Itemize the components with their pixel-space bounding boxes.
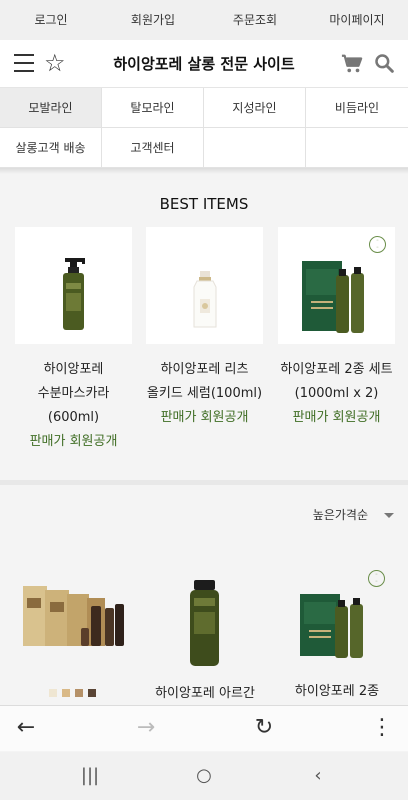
best-item-card[interactable]: ◦ ◦ 하이앙포레 2종 세트 (1000ml x 2) 판매가 회원공개: [278, 227, 395, 430]
back-arrow-icon[interactable]: ←: [12, 714, 40, 742]
product-image[interactable]: [146, 558, 263, 673]
sort-select[interactable]: 높은가격순: [313, 506, 394, 523]
product-name[interactable]: 하이앙포레 수분마스카라 (600ml): [15, 358, 132, 430]
category-tab-customer-center[interactable]: 고객센터: [102, 128, 204, 168]
system-nav-bar: ||| ○ ‹: [0, 752, 408, 800]
best-item-card[interactable]: 하이앙포레 리츠 올키드 세럼(100ml) 판매가 회원공개: [146, 227, 263, 430]
product-image[interactable]: ◦ ◦: [278, 558, 395, 673]
category-empty-cell: [306, 128, 408, 168]
category-tab-oily[interactable]: 지성라인: [204, 88, 306, 128]
best-items-heading: BEST ITEMS: [159, 195, 249, 213]
cart-icon[interactable]: [341, 53, 363, 75]
product-price: 판매가 회원공개: [29, 434, 118, 449]
category-tab-dandruff[interactable]: 비듬라인: [306, 88, 408, 128]
product-card[interactable]: [15, 558, 132, 673]
product-image[interactable]: [15, 227, 132, 344]
box-set-image: [23, 586, 124, 646]
top-utility-nav: 로그인 회원가입 주문조회 마이페이지: [0, 0, 408, 40]
home-icon[interactable]: ○: [192, 764, 216, 788]
product-image[interactable]: [15, 558, 132, 673]
product-name[interactable]: 하이앙포레 2종: [272, 680, 402, 699]
browser-toolbar: ← → ↻ ⋮: [0, 705, 408, 751]
product-image[interactable]: ◦ ◦: [278, 227, 395, 344]
menu-icon[interactable]: [14, 54, 34, 72]
category-menu: 모발라인 탈모라인 지성라인 비듬라인 살롱고객 배송 고객센터: [0, 88, 408, 168]
product-price: 판매가 회원공개: [292, 410, 381, 425]
product-price: 판매가 회원공개: [160, 410, 249, 425]
product-name[interactable]: 하이앙포레 2종 세트 (1000ml x 2): [278, 358, 395, 406]
bottle-image: [190, 580, 219, 666]
swatch[interactable]: [75, 689, 83, 697]
swatch[interactable]: [49, 689, 57, 697]
refresh-icon[interactable]: ↻: [250, 714, 278, 742]
category-tab-salon-delivery[interactable]: 살롱고객 배송: [0, 128, 102, 168]
color-swatches: [49, 689, 96, 697]
product-card[interactable]: ◦ ◦: [278, 558, 395, 673]
back-nav-icon[interactable]: ‹: [306, 764, 330, 788]
chevron-down-icon: [384, 513, 394, 518]
category-shadow: [0, 168, 408, 174]
recent-apps-icon[interactable]: |||: [78, 764, 102, 788]
more-options-icon[interactable]: ⋮: [368, 714, 396, 742]
sort-label: 높은가격순: [312, 508, 368, 522]
best-badge-icon: ◦ ◦: [368, 570, 385, 587]
serum-bottle-image: [193, 271, 217, 328]
site-header: 하이앙포레 살롱 전문 사이트 ☆: [0, 40, 408, 88]
product-card[interactable]: [146, 558, 263, 673]
swatch[interactable]: [62, 689, 70, 697]
best-badge-icon: ◦ ◦: [369, 236, 386, 253]
pump-bottle-image: [63, 258, 85, 330]
product-name[interactable]: 하이앙포레 아르간: [140, 682, 270, 701]
product-name[interactable]: 하이앙포레 리츠 올키드 세럼(100ml): [146, 358, 263, 406]
best-item-card[interactable]: 하이앙포레 수분마스카라 (600ml) 판매가 회원공개: [15, 227, 132, 454]
signup-link[interactable]: 회원가입: [102, 0, 204, 40]
product-image[interactable]: [146, 227, 263, 344]
star-icon[interactable]: ☆: [44, 50, 66, 76]
search-icon[interactable]: [374, 53, 394, 73]
category-tab-hair[interactable]: 모발라인: [0, 88, 102, 128]
category-empty-cell: [204, 128, 306, 168]
login-link[interactable]: 로그인: [0, 0, 102, 40]
mypage-link[interactable]: 마이페이지: [306, 0, 408, 40]
forward-arrow-icon[interactable]: →: [132, 714, 160, 742]
swatch[interactable]: [88, 689, 96, 697]
order-lookup-link[interactable]: 주문조회: [204, 0, 306, 40]
section-divider: [0, 480, 408, 485]
category-tab-hairloss[interactable]: 탈모라인: [102, 88, 204, 128]
